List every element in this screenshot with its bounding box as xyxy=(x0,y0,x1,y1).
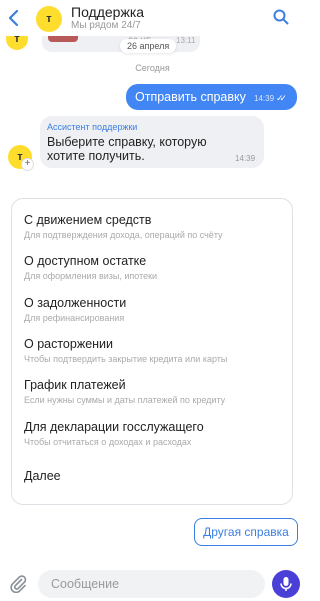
option-item[interactable]: Для декларации госслужащего Чтобы отчита… xyxy=(24,420,289,447)
microphone-button[interactable] xyxy=(272,570,300,598)
option-subtitle: Чтобы отчитаться о доходах и расходах xyxy=(24,437,192,447)
double-check-icon: ✓✓ xyxy=(276,93,287,103)
chat-header: т Поддержка Мы рядом 24/7 xyxy=(0,0,305,36)
search-icon[interactable] xyxy=(273,9,289,25)
date-chip: 26 апреля xyxy=(120,39,177,53)
option-subtitle: Для оформления визы, ипотеки xyxy=(24,271,158,281)
sender-name: Ассистент поддержки xyxy=(47,122,138,132)
day-divider: Сегодня xyxy=(135,63,170,73)
back-arrow-icon[interactable] xyxy=(6,8,22,28)
message-time: 14:39 xyxy=(235,154,256,163)
option-next[interactable]: Далее xyxy=(24,469,289,483)
message-input[interactable]: Сообщение xyxy=(38,570,265,598)
chat-title: Поддержка xyxy=(71,4,145,20)
option-title: О расторжении xyxy=(24,337,114,351)
chat-subtitle: Мы рядом 24/7 xyxy=(71,20,141,31)
option-item[interactable]: О расторжении Чтобы подтвердить закрытие… xyxy=(24,337,289,364)
option-title: Далее xyxy=(24,469,61,483)
option-subtitle: Если нужны суммы и даты платежей по кред… xyxy=(24,395,226,405)
option-title: О задолженности xyxy=(24,296,127,310)
option-title: Для декларации госслужащего xyxy=(24,420,204,434)
message-time: 14:39 xyxy=(254,94,275,103)
message-time: 13:11 xyxy=(176,36,196,45)
certificate-options-card: С движением средств Для подтверждения до… xyxy=(11,198,293,505)
assistant-message-text: Выберите справку, которую хотите получит… xyxy=(47,135,207,163)
option-title: График платежей xyxy=(24,378,126,392)
option-title: С движением средств xyxy=(24,213,152,227)
plus-badge-icon: + xyxy=(21,158,34,171)
sent-message-text: Отправить справку xyxy=(135,90,246,104)
microphone-icon xyxy=(280,577,292,591)
option-item[interactable]: График платежей Если нужны суммы и даты … xyxy=(24,378,289,405)
option-item[interactable]: С движением средств Для подтверждения до… xyxy=(24,213,289,240)
other-certificate-button[interactable]: Другая справка xyxy=(194,518,298,546)
option-subtitle: Для подтверждения дохода, операций по сч… xyxy=(24,230,223,240)
support-avatar[interactable]: т xyxy=(36,6,62,32)
option-subtitle: Для рефинансирования xyxy=(24,313,125,323)
option-subtitle: Чтобы подтвердить закрытие кредита или к… xyxy=(24,354,228,364)
avatar-letter: т xyxy=(46,13,52,25)
assistant-message-bubble[interactable]: Ассистент поддержки Выберите справку, ко… xyxy=(40,116,264,168)
paperclip-icon[interactable] xyxy=(8,573,28,593)
option-item[interactable]: О задолженности Для рефинансирования xyxy=(24,296,289,323)
sent-message-bubble[interactable]: Отправить справку 14:39 ✓✓ xyxy=(126,84,297,110)
option-title: О доступном остатке xyxy=(24,254,147,268)
option-item[interactable]: О доступном остатке Для оформления визы,… xyxy=(24,254,289,281)
